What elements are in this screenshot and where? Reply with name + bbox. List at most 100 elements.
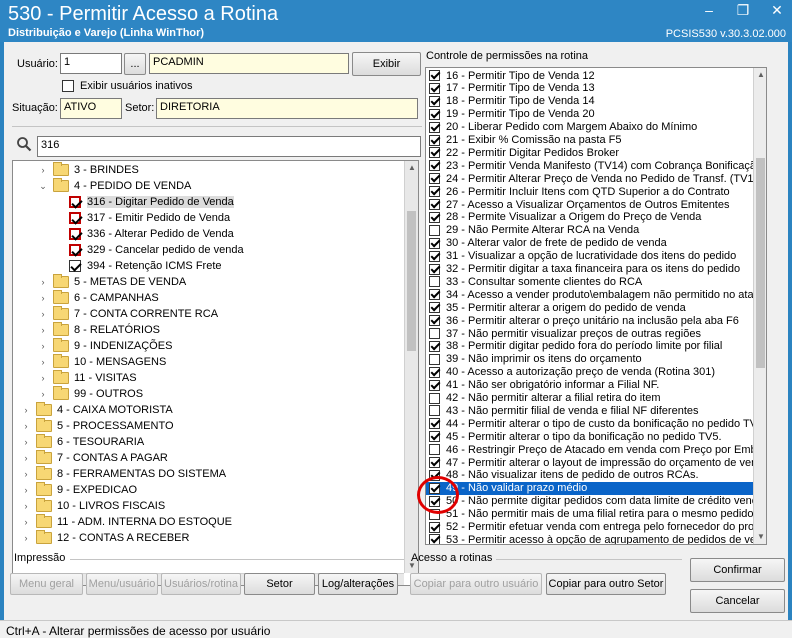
expand-icon[interactable]: › — [21, 533, 31, 543]
permission-item[interactable]: 47 - Permitir alterar o layout de impres… — [426, 456, 766, 469]
permission-checkbox[interactable] — [429, 95, 440, 107]
perm-scroll-down-icon[interactable]: ▼ — [754, 532, 766, 541]
permission-checkbox[interactable] — [429, 302, 440, 314]
cancelar-button[interactable]: Cancelar — [690, 589, 785, 613]
tree-routine-item[interactable]: 336 - Alterar Pedido de Venda — [55, 226, 234, 242]
permission-item[interactable]: 46 - Restringir Preço de Atacado em vend… — [426, 443, 766, 456]
permission-checkbox[interactable] — [429, 237, 440, 249]
search-input[interactable]: 316 — [37, 136, 421, 157]
tree-folder-item[interactable]: › 9 - EXPEDICAO — [21, 482, 137, 498]
permission-checkbox[interactable] — [429, 379, 440, 391]
permission-item[interactable]: 43 - Não permitir filial de venda e fili… — [426, 404, 766, 417]
permission-checkbox[interactable] — [429, 121, 440, 133]
permission-item[interactable]: 44 - Permitir alterar o tipo de custo da… — [426, 417, 766, 430]
expand-icon[interactable]: › — [21, 453, 31, 463]
permission-item[interactable]: 49 - Não validar prazo médio — [426, 481, 766, 495]
collapse-icon[interactable]: ⌄ — [38, 181, 48, 192]
permission-item[interactable]: 31 - Visualizar a opção de lucratividade… — [426, 250, 766, 263]
permission-item[interactable]: 38 - Permitir digitar pedido fora do per… — [426, 340, 766, 353]
permission-item[interactable]: 32 - Permitir digitar a taxa financeira … — [426, 263, 766, 276]
tree-folder-item[interactable]: › 3 - BRINDES — [38, 162, 139, 178]
log-alteracoes-button[interactable]: Log/alterações — [318, 573, 398, 595]
permission-item[interactable]: 18 - Permitir Tipo de Venda 14 — [426, 95, 766, 108]
permission-item[interactable]: 41 - Não ser obrigatório informar a Fili… — [426, 379, 766, 392]
confirmar-button[interactable]: Confirmar — [690, 558, 785, 582]
permission-item[interactable]: 30 - Alterar valor de frete de pedido de… — [426, 237, 766, 250]
copiar-usuario-button[interactable]: Copiar para outro usuário — [410, 573, 542, 595]
permission-checkbox[interactable] — [429, 82, 440, 94]
tree-folder-item[interactable]: › 5 - METAS DE VENDA — [38, 274, 186, 290]
permission-checkbox[interactable] — [429, 263, 440, 275]
permissions-scrollbar[interactable]: ▲ ▼ — [753, 68, 766, 544]
permission-checkbox[interactable] — [429, 431, 440, 443]
copiar-setor-button[interactable]: Copiar para outro Setor — [546, 573, 666, 595]
permission-item[interactable]: 36 - Permitir alterar o preço unitário n… — [426, 314, 766, 327]
permission-item[interactable]: 17 - Permitir Tipo de Venda 13 — [426, 82, 766, 95]
permission-checkbox[interactable] — [429, 353, 440, 365]
expand-icon[interactable]: › — [38, 325, 48, 335]
permission-item[interactable]: 51 - Não permitir mais de uma filial ret… — [426, 508, 766, 521]
expand-icon[interactable]: › — [21, 501, 31, 511]
routine-checkbox[interactable] — [69, 228, 81, 240]
permission-checkbox[interactable] — [429, 147, 440, 159]
setor-button[interactable]: Setor — [244, 573, 315, 595]
tree-folder-item[interactable]: ⌄ 4 - PEDIDO DE VENDA — [38, 178, 191, 194]
expand-icon[interactable]: › — [38, 293, 48, 303]
tree-routine-item[interactable]: 317 - Emitir Pedido de Venda — [55, 210, 230, 226]
permission-item[interactable]: 20 - Liberar Pedido com Margem Abaixo do… — [426, 121, 766, 134]
expand-icon[interactable]: › — [21, 437, 31, 447]
permission-item[interactable]: 50 - Não permite digitar pedidos com dat… — [426, 495, 766, 508]
tree-folder-item[interactable]: › 5 - PROCESSAMENTO — [21, 418, 174, 434]
expand-icon[interactable]: › — [38, 309, 48, 319]
permission-checkbox[interactable] — [429, 328, 440, 339]
permission-checkbox[interactable] — [429, 108, 440, 120]
permission-item[interactable]: 45 - Permitir alterar o tipo da bonifica… — [426, 430, 766, 443]
permission-checkbox[interactable] — [429, 250, 440, 262]
restore-button[interactable]: ❐ — [734, 2, 752, 19]
permission-checkbox[interactable] — [429, 186, 440, 198]
inactive-users-checkbox[interactable] — [62, 80, 74, 92]
inactive-users-option[interactable]: Exibir usuários inativos — [62, 80, 193, 92]
permission-checkbox[interactable] — [429, 289, 440, 301]
permission-checkbox[interactable] — [429, 70, 440, 81]
permission-item[interactable]: 48 - Não visualizar itens de pedido de o… — [426, 469, 766, 482]
expand-icon[interactable]: › — [21, 469, 31, 479]
tree-folder-item[interactable]: › 11 - ADM. INTERNA DO ESTOQUE — [21, 514, 232, 530]
routine-checkbox[interactable] — [69, 196, 81, 208]
menu-geral-button[interactable]: Menu geral — [10, 573, 83, 595]
permission-item[interactable]: 53 - Permitir acesso à opção de agrupame… — [426, 533, 766, 544]
tree-folder-item[interactable]: › 12 - CONTAS A RECEBER — [21, 530, 189, 546]
usuario-input[interactable]: 1 — [60, 53, 122, 74]
permission-item[interactable]: 42 - Não permitir alterar a filial retir… — [426, 392, 766, 405]
tree-folder-item[interactable]: › 4 - CAIXA MOTORISTA — [21, 402, 173, 418]
permission-item[interactable]: 37 - Não permitir visualizar preços de o… — [426, 327, 766, 340]
scroll-up-icon[interactable]: ▲ — [405, 163, 418, 172]
routine-checkbox[interactable] — [69, 260, 81, 272]
permission-checkbox[interactable] — [429, 340, 440, 352]
permission-item[interactable]: 35 - Permitir alterar a origem do pedido… — [426, 301, 766, 314]
permission-checkbox[interactable] — [429, 534, 440, 544]
permission-item[interactable]: 21 - Exibir % Comissão na pasta F5 — [426, 134, 766, 147]
exibir-button[interactable]: Exibir — [352, 52, 421, 76]
permission-item[interactable]: 26 - Permitir Incluir Itens com QTD Supe… — [426, 185, 766, 198]
expand-icon[interactable]: › — [38, 277, 48, 287]
permission-checkbox[interactable] — [429, 444, 440, 456]
permission-item[interactable]: 16 - Permitir Tipo de Venda 12 — [426, 69, 766, 82]
permissions-list[interactable]: 16 - Permitir Tipo de Venda 12 17 - Permi… — [425, 67, 767, 545]
expand-icon[interactable]: › — [38, 389, 48, 399]
tree-vertical-scrollbar[interactable]: ▲ ▼ — [404, 161, 418, 573]
permission-item[interactable]: 28 - Permite Visualizar a Origem do Preç… — [426, 211, 766, 224]
expand-icon[interactable]: › — [21, 517, 31, 527]
tree-folder-item[interactable]: › 8 - RELATÓRIOS — [38, 322, 160, 338]
tree-folder-item[interactable]: › 11 - VISITAS — [38, 370, 137, 386]
minimize-button[interactable]: – — [700, 2, 718, 19]
expand-icon[interactable]: › — [21, 405, 31, 415]
expand-icon[interactable]: › — [21, 421, 31, 431]
permission-item[interactable]: 34 - Acesso a vender produto\embalagem n… — [426, 288, 766, 301]
expand-icon[interactable]: › — [38, 165, 48, 175]
expand-icon[interactable]: › — [38, 373, 48, 383]
routine-tree[interactable]: › 3 - BRINDES ⌄ 4 - PEDIDO DE VENDA 316 - Di… — [12, 160, 419, 586]
tree-folder-item[interactable]: › 7 - CONTAS A PAGAR — [21, 450, 168, 466]
routine-checkbox[interactable] — [69, 212, 81, 224]
permission-item[interactable]: 40 - Acesso a autorização preço de venda… — [426, 366, 766, 379]
